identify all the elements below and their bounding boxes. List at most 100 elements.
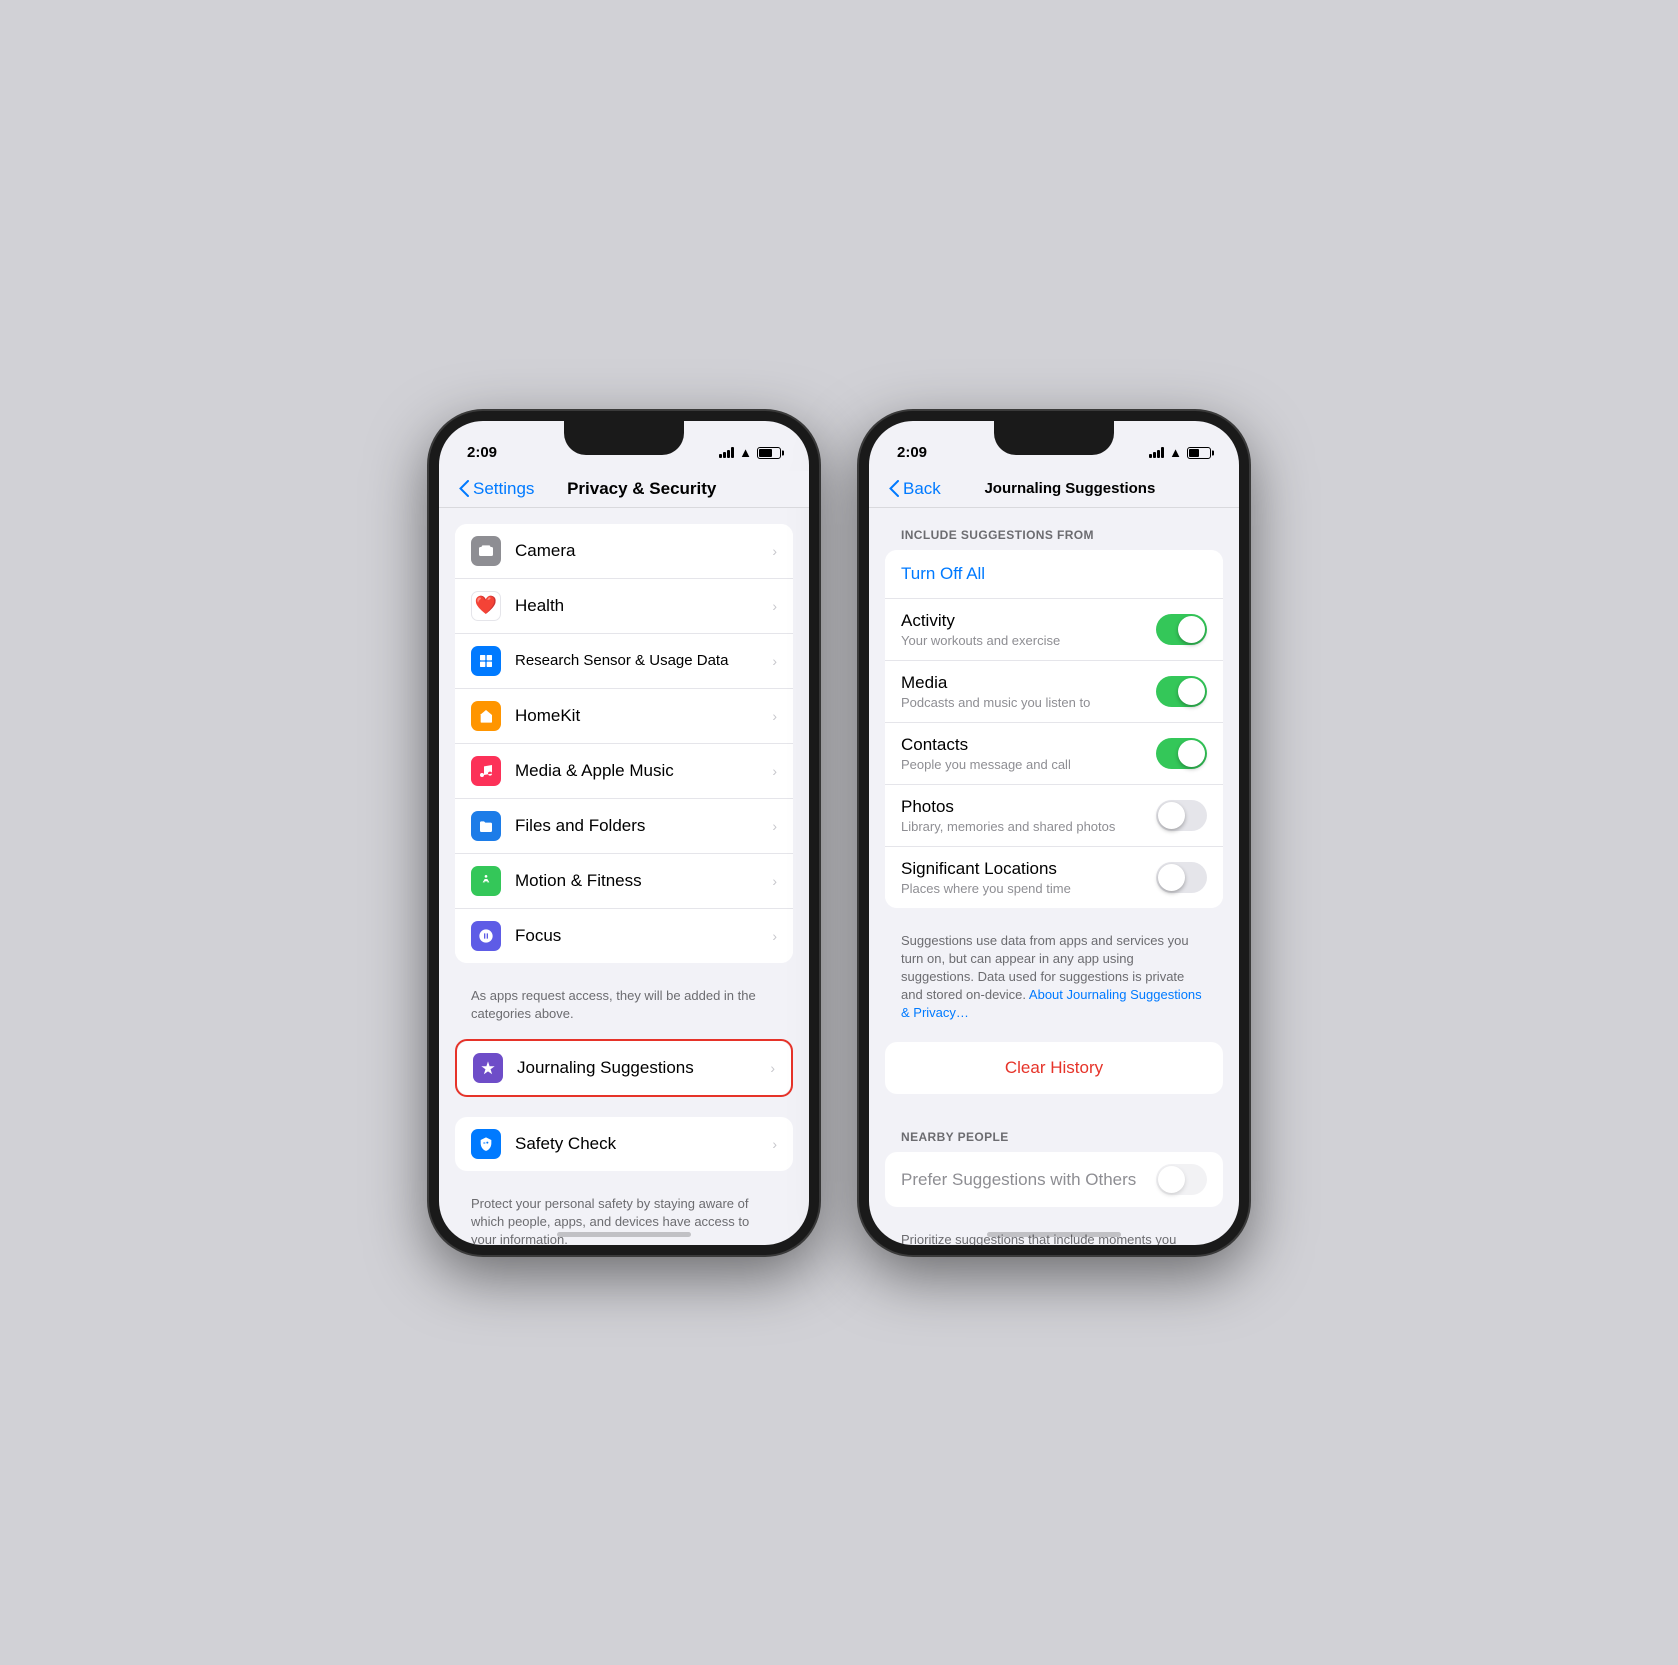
- chevron-icon: ›: [772, 708, 777, 724]
- list-item-files[interactable]: Files and Folders ›: [455, 799, 793, 854]
- camera-label: Camera: [515, 541, 772, 561]
- contacts-toggle[interactable]: [1156, 738, 1207, 769]
- motion-icon: [471, 866, 501, 896]
- research-icon: [471, 646, 501, 676]
- clear-history-label: Clear History: [1005, 1058, 1103, 1078]
- camera-icon: [471, 536, 501, 566]
- significant-toggle[interactable]: [1156, 862, 1207, 893]
- focus-label: Focus: [515, 926, 772, 946]
- time-right: 2:09: [897, 444, 927, 461]
- significant-text: Significant Locations Places where you s…: [901, 859, 1156, 896]
- research-label: Research Sensor & Usage Data: [515, 652, 772, 669]
- right-screen: Back Journaling Suggestions INCLUDE SUGG…: [869, 471, 1239, 1245]
- time-left: 2:09: [467, 444, 497, 461]
- chevron-icon: ›: [772, 653, 777, 669]
- list-item-safety[interactable]: Safety Check ›: [455, 1117, 793, 1171]
- contacts-subtitle: People you message and call: [901, 757, 1156, 772]
- battery-icon-right: [1187, 447, 1211, 459]
- homekit-icon: [471, 701, 501, 731]
- contacts-text: Contacts People you message and call: [901, 735, 1156, 772]
- clear-history-item[interactable]: Clear History: [885, 1042, 1223, 1094]
- list-footer: As apps request access, they will be add…: [439, 979, 809, 1027]
- health-icon: ❤️: [471, 591, 501, 621]
- significant-subtitle: Places where you spend time: [901, 881, 1156, 896]
- photos-text: Photos Library, memories and shared phot…: [901, 797, 1156, 834]
- home-indicator-right: [987, 1232, 1121, 1237]
- list-item-media[interactable]: Media & Apple Music ›: [455, 744, 793, 799]
- toggle-row-photos: Photos Library, memories and shared phot…: [885, 785, 1223, 847]
- list-item-motion[interactable]: Motion & Fitness ›: [455, 854, 793, 909]
- list-item-journaling[interactable]: Journaling Suggestions ›: [457, 1041, 791, 1095]
- back-button-left[interactable]: Settings: [459, 479, 534, 499]
- turn-off-all-item[interactable]: Turn Off All: [885, 550, 1223, 599]
- safety-group: Safety Check ›: [455, 1117, 793, 1171]
- wifi-icon: ▲: [739, 445, 752, 460]
- list-item-health[interactable]: ❤️ Health ›: [455, 579, 793, 634]
- files-icon: [471, 811, 501, 841]
- safety-icon: [471, 1129, 501, 1159]
- nearby-header: NEARBY PEOPLE: [869, 1110, 1239, 1152]
- focus-icon: [471, 921, 501, 951]
- list-item-research[interactable]: Research Sensor & Usage Data ›: [455, 634, 793, 689]
- media-subtitle: Podcasts and music you listen to: [901, 695, 1156, 710]
- list-item-camera[interactable]: Camera ›: [455, 524, 793, 579]
- turn-off-all-label: Turn Off All: [901, 564, 985, 584]
- journaling-label: Journaling Suggestions: [517, 1058, 770, 1078]
- list-item-focus[interactable]: Focus ›: [455, 909, 793, 963]
- journaling-item-highlighted[interactable]: Journaling Suggestions ›: [455, 1039, 793, 1097]
- chevron-icon: ›: [772, 873, 777, 889]
- signal-icon-right: [1149, 447, 1164, 458]
- toggles-group: Turn Off All Activity Your workouts and …: [885, 550, 1223, 908]
- wifi-icon-right: ▲: [1169, 445, 1182, 460]
- files-label: Files and Folders: [515, 816, 772, 836]
- left-screen: Settings Privacy & Security Camera › ❤️ …: [439, 471, 809, 1245]
- nav-header-right: Back Journaling Suggestions: [869, 471, 1239, 508]
- battery-icon: [757, 447, 781, 459]
- homekit-label: HomeKit: [515, 706, 772, 726]
- photos-toggle[interactable]: [1156, 800, 1207, 831]
- list-item-homekit[interactable]: HomeKit ›: [455, 689, 793, 744]
- back-button-right[interactable]: Back: [889, 479, 941, 499]
- toggle-row-significant: Significant Locations Places where you s…: [885, 847, 1223, 908]
- toggle-row-prefer: Prefer Suggestions with Others: [885, 1152, 1223, 1207]
- section-header: INCLUDE SUGGESTIONS FROM: [869, 508, 1239, 550]
- privacy-link[interactable]: About Journaling Suggestions & Privacy…: [901, 987, 1202, 1020]
- chevron-icon: ›: [772, 1136, 777, 1152]
- toggle-row-media: Media Podcasts and music you listen to: [885, 661, 1223, 723]
- page-title-right: Journaling Suggestions: [941, 480, 1199, 497]
- contacts-title: Contacts: [901, 735, 1156, 755]
- chevron-icon: ›: [772, 763, 777, 779]
- media-toggle[interactable]: [1156, 676, 1207, 707]
- toggle-row-activity: Activity Your workouts and exercise: [885, 599, 1223, 661]
- notch: [994, 421, 1114, 455]
- main-list-group: Camera › ❤️ Health › Research Sensor & U…: [455, 524, 793, 963]
- nearby-group: Prefer Suggestions with Others: [885, 1152, 1223, 1207]
- chevron-icon: ›: [772, 598, 777, 614]
- notch: [564, 421, 684, 455]
- activity-text: Activity Your workouts and exercise: [901, 611, 1156, 648]
- prefer-toggle[interactable]: [1156, 1164, 1207, 1195]
- media-title: Media: [901, 673, 1156, 693]
- left-phone: 2:09 ▲ Settings Privacy & Security: [429, 411, 819, 1255]
- media-label: Media & Apple Music: [515, 761, 772, 781]
- activity-toggle[interactable]: [1156, 614, 1207, 645]
- status-icons: ▲: [719, 445, 781, 460]
- safety-label: Safety Check: [515, 1134, 772, 1154]
- back-label-left: Settings: [473, 479, 534, 499]
- signal-icon: [719, 447, 734, 458]
- chevron-icon: ›: [770, 1060, 775, 1076]
- chevron-icon: ›: [772, 818, 777, 834]
- photos-subtitle: Library, memories and shared photos: [901, 819, 1156, 834]
- activity-title: Activity: [901, 611, 1156, 631]
- motion-label: Motion & Fitness: [515, 871, 772, 891]
- page-title-left: Privacy & Security: [534, 479, 749, 499]
- prefer-title: Prefer Suggestions with Others: [901, 1170, 1156, 1190]
- nav-header-left: Settings Privacy & Security: [439, 471, 809, 508]
- chevron-icon: ›: [772, 543, 777, 559]
- journaling-icon: [473, 1053, 503, 1083]
- health-label: Health: [515, 596, 772, 616]
- home-indicator: [557, 1232, 691, 1237]
- media-icon: [471, 756, 501, 786]
- right-phone: 2:09 ▲ Back Journaling Suggestions INCLU…: [859, 411, 1249, 1255]
- toggle-row-contacts: Contacts People you message and call: [885, 723, 1223, 785]
